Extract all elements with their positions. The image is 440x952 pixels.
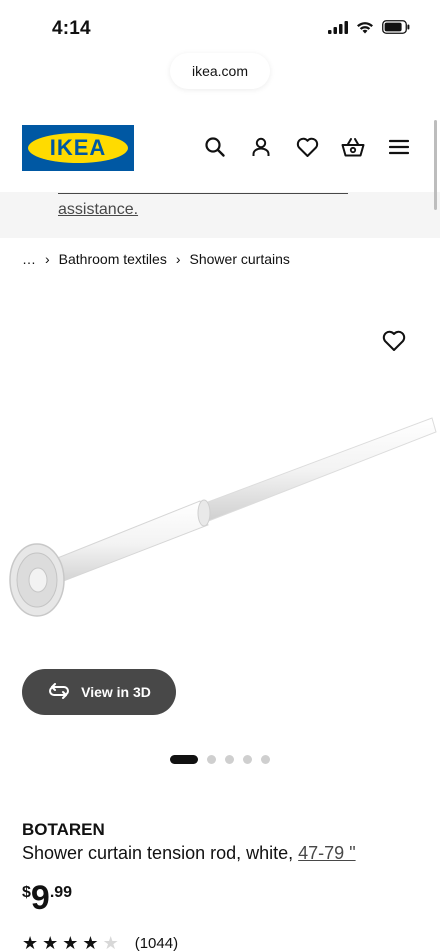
star-icon: ★ bbox=[82, 933, 99, 952]
chevron-right-icon: › bbox=[45, 251, 50, 267]
carousel-dot[interactable] bbox=[261, 755, 270, 764]
image-carousel-dots bbox=[170, 755, 270, 764]
add-to-favourites-heart-icon[interactable] bbox=[382, 330, 406, 354]
breadcrumb-ellipsis[interactable]: … bbox=[22, 251, 36, 267]
product-price: $ 9 .99 bbox=[22, 880, 72, 916]
logo-text: IKEA bbox=[49, 135, 107, 160]
carousel-dot[interactable] bbox=[207, 755, 216, 764]
header-icons bbox=[202, 134, 412, 160]
status-bar: 4:14 bbox=[0, 0, 440, 56]
status-time: 4:14 bbox=[52, 18, 91, 39]
banner-cut-text bbox=[58, 192, 348, 194]
status-icons bbox=[328, 20, 410, 39]
account-icon[interactable] bbox=[248, 134, 274, 160]
price-decimal: .99 bbox=[49, 884, 73, 901]
ikea-logo[interactable]: IKEA bbox=[22, 125, 134, 171]
menu-icon[interactable] bbox=[386, 134, 412, 160]
heart-icon[interactable] bbox=[294, 134, 320, 160]
site-header: IKEA bbox=[0, 110, 440, 192]
chevron-right-icon: › bbox=[175, 251, 181, 267]
wifi-icon bbox=[356, 21, 374, 39]
star-empty-icon: ★ bbox=[102, 933, 119, 952]
breadcrumb-shower-curtains[interactable]: Shower curtains bbox=[190, 251, 290, 267]
carousel-dot[interactable] bbox=[243, 755, 252, 764]
info-banner: assistance. bbox=[0, 192, 440, 238]
product-rating[interactable]: ★ ★ ★ ★ ★ (1044) bbox=[22, 934, 178, 952]
review-count: (1044) bbox=[134, 934, 179, 952]
star-icon: ★ bbox=[62, 933, 79, 952]
star-icon: ★ bbox=[22, 933, 39, 952]
banner-assistance-link[interactable]: assistance. bbox=[58, 201, 138, 219]
signal-icon bbox=[328, 20, 348, 39]
battery-icon bbox=[382, 20, 410, 39]
url-bar[interactable]: ikea.com bbox=[170, 53, 270, 89]
price-currency: $ bbox=[22, 884, 31, 901]
search-icon[interactable] bbox=[202, 134, 228, 160]
basket-icon[interactable] bbox=[340, 134, 366, 160]
product-description-text: Shower curtain tension rod, white, bbox=[22, 843, 299, 863]
product-size-link[interactable]: 47-79 " bbox=[298, 843, 355, 863]
logo-oval: IKEA bbox=[28, 133, 128, 163]
rotate-3d-icon bbox=[47, 682, 71, 702]
product-description: Shower curtain tension rod, white, 47-79… bbox=[22, 843, 356, 864]
view-in-3d-label: View in 3D bbox=[81, 684, 151, 700]
breadcrumb-bathroom-textiles[interactable]: Bathroom textiles bbox=[59, 251, 167, 267]
carousel-dot[interactable] bbox=[225, 755, 234, 764]
carousel-dot-active[interactable] bbox=[170, 755, 198, 764]
page-scrollbar[interactable] bbox=[434, 120, 437, 210]
url-text: ikea.com bbox=[191, 63, 249, 79]
star-icon: ★ bbox=[42, 933, 59, 952]
product-name: BOTAREN bbox=[22, 820, 105, 839]
view-in-3d-button[interactable]: View in 3D bbox=[22, 669, 176, 715]
price-integer: 9 bbox=[30, 879, 50, 917]
breadcrumb: … › Bathroom textiles › Shower curtains bbox=[22, 251, 290, 267]
